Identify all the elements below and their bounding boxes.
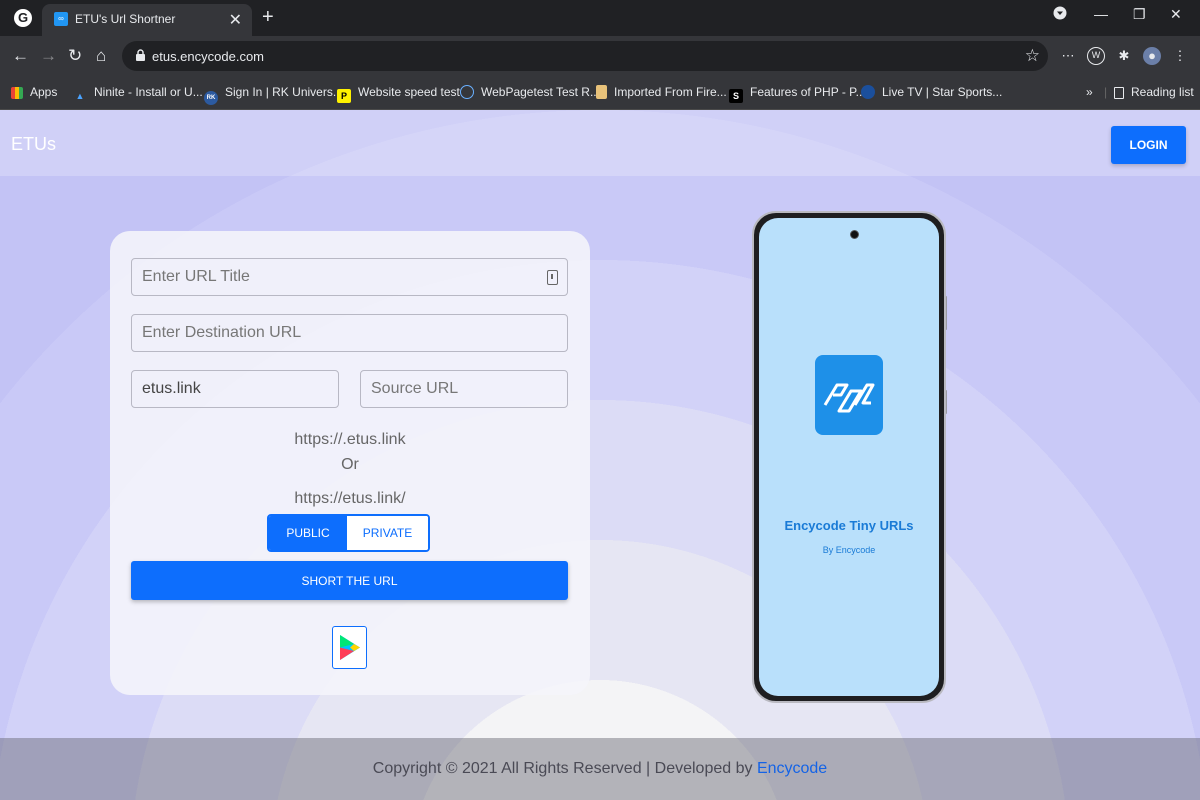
bookmark-pingdom[interactable]: P Website speed test xyxy=(337,85,460,103)
visibility-toggle: PUBLIC PRIVATE xyxy=(267,514,430,552)
bookmark-label: Apps xyxy=(30,85,58,99)
public-button[interactable]: PUBLIC xyxy=(269,516,347,550)
bookmarks-divider: | xyxy=(1104,85,1108,99)
bookmark-ninite[interactable]: ▲ Ninite - Install or U... xyxy=(73,85,203,101)
bookmark-label: Ninite - Install or U... xyxy=(94,85,203,99)
lock-icon xyxy=(136,49,145,61)
address-bar[interactable]: etus.encycode.com ☆ xyxy=(122,41,1048,71)
bookmark-php[interactable]: S Features of PHP - P... xyxy=(729,85,866,103)
destination-url-input[interactable] xyxy=(131,314,568,352)
scaler-icon: S xyxy=(729,89,743,103)
preview-path: https://etus.link/ xyxy=(294,490,406,507)
page-content: ETUs LOGIN https://.etus.link Or https:/… xyxy=(0,110,1200,800)
phone-mockup: Encycode Tiny URLs By Encycode xyxy=(752,211,946,703)
url-title-input[interactable] xyxy=(131,258,568,296)
back-icon[interactable]: ← xyxy=(12,46,29,66)
folder-icon xyxy=(596,85,607,99)
bookmark-firefox-folder[interactable]: Imported From Fire... xyxy=(596,85,727,101)
bookmark-hotstar[interactable]: Live TV | Star Sports... xyxy=(861,85,1002,101)
bookmark-label: Live TV | Star Sports... xyxy=(882,85,1003,99)
app-name: Encycode Tiny URLs xyxy=(784,518,914,533)
tab-title: ETU's Url Shortner xyxy=(75,12,176,26)
encycode-link[interactable]: Encycode xyxy=(757,760,827,777)
phone-camera xyxy=(850,230,859,239)
home-icon[interactable]: ⌂ xyxy=(96,46,106,66)
bookmarks-bar: Apps ▲ Ninite - Install or U... RK Sign In… xyxy=(0,76,1200,110)
play-store-icon xyxy=(340,635,360,660)
site-brand[interactable]: ETUs xyxy=(11,134,56,155)
bookmark-webpagetest[interactable]: WebPagetest Test R... xyxy=(460,85,600,101)
etu-favicon-icon: ∞ xyxy=(54,12,68,26)
browser-tab[interactable]: ∞ ETU's Url Shortner ✕ xyxy=(42,4,252,36)
forward-icon[interactable]: → xyxy=(40,46,57,66)
footer-text: Copyright © 2021 All Rights Reserved | D… xyxy=(0,760,1200,778)
reading-list-button[interactable]: Reading list xyxy=(1114,85,1194,101)
reading-list-icon xyxy=(1114,87,1124,99)
extensions-puzzle-icon[interactable]: ✱ xyxy=(1115,47,1133,65)
bookmarks-overflow-icon[interactable]: » xyxy=(1086,85,1093,101)
google-icon[interactable]: G xyxy=(14,9,32,27)
extension-dots-icon[interactable]: ⋯ xyxy=(1059,47,1077,65)
site-footer: Copyright © 2021 All Rights Reserved | D… xyxy=(0,738,1200,800)
source-url-input[interactable] xyxy=(360,370,568,408)
rku-icon: RK xyxy=(204,91,218,105)
minimize-icon[interactable]: — xyxy=(1094,6,1108,22)
apps-grid-icon xyxy=(11,87,23,99)
site-navbar: ETUs LOGIN xyxy=(0,110,1200,176)
tab-search-icon[interactable] xyxy=(1053,6,1067,23)
bookmark-label: Sign In | RK Univers... xyxy=(225,85,343,99)
bookmark-label: Imported From Fire... xyxy=(614,85,727,99)
bookmark-star-icon[interactable]: ☆ xyxy=(1025,46,1040,66)
reload-icon[interactable]: ↻ xyxy=(68,46,82,66)
phone-screen: Encycode Tiny URLs By Encycode xyxy=(759,218,939,696)
profile-avatar[interactable]: ● xyxy=(1143,47,1161,65)
preview-subdomain: https://.etus.link xyxy=(294,431,406,448)
bookmark-rku[interactable]: RK Sign In | RK Univers... xyxy=(204,85,343,105)
short-url-button[interactable]: SHORT THE URL xyxy=(131,561,568,600)
play-store-button[interactable] xyxy=(332,626,367,669)
bookmark-label: WebPagetest Test R... xyxy=(481,85,600,99)
shorten-form-card: https://.etus.link Or https://etus.link/… xyxy=(110,231,590,695)
bookmark-label: Features of PHP - P... xyxy=(750,85,866,99)
browser-toolbar: ← → ↻ ⌂ etus.encycode.com ☆ ⋯ W ✱ ● ⋮ xyxy=(0,36,1200,76)
etu-app-logo-icon xyxy=(815,355,883,435)
restore-icon[interactable]: ❐ xyxy=(1133,6,1146,23)
pingdom-icon: P xyxy=(337,89,351,103)
domain-input[interactable] xyxy=(131,370,339,408)
new-tab-icon[interactable]: + xyxy=(262,6,274,29)
menu-icon[interactable]: ⋮ xyxy=(1171,47,1189,65)
autofill-icon[interactable] xyxy=(547,270,558,285)
browser-tabstrip: G ∞ ETU's Url Shortner ✕ + — ❐ ✕ xyxy=(0,0,1200,36)
bookmark-apps[interactable]: Apps xyxy=(11,85,57,101)
close-tab-icon[interactable]: ✕ xyxy=(229,10,242,30)
wappalyzer-icon[interactable]: W xyxy=(1087,47,1105,65)
ninite-icon: ▲ xyxy=(75,91,85,101)
hotstar-icon xyxy=(861,85,875,99)
webpagetest-icon xyxy=(460,85,474,99)
login-button[interactable]: LOGIN xyxy=(1111,126,1186,164)
bookmark-label: Website speed test xyxy=(358,85,460,99)
app-byline: By Encycode xyxy=(822,545,876,555)
private-button[interactable]: PRIVATE xyxy=(347,516,428,550)
preview-or: Or xyxy=(341,456,359,473)
copyright-text: Copyright © 2021 All Rights Reserved | D… xyxy=(372,760,757,777)
reading-list-label: Reading list xyxy=(1131,85,1194,99)
url-text: etus.encycode.com xyxy=(152,49,265,64)
close-window-icon[interactable]: ✕ xyxy=(1170,6,1182,23)
